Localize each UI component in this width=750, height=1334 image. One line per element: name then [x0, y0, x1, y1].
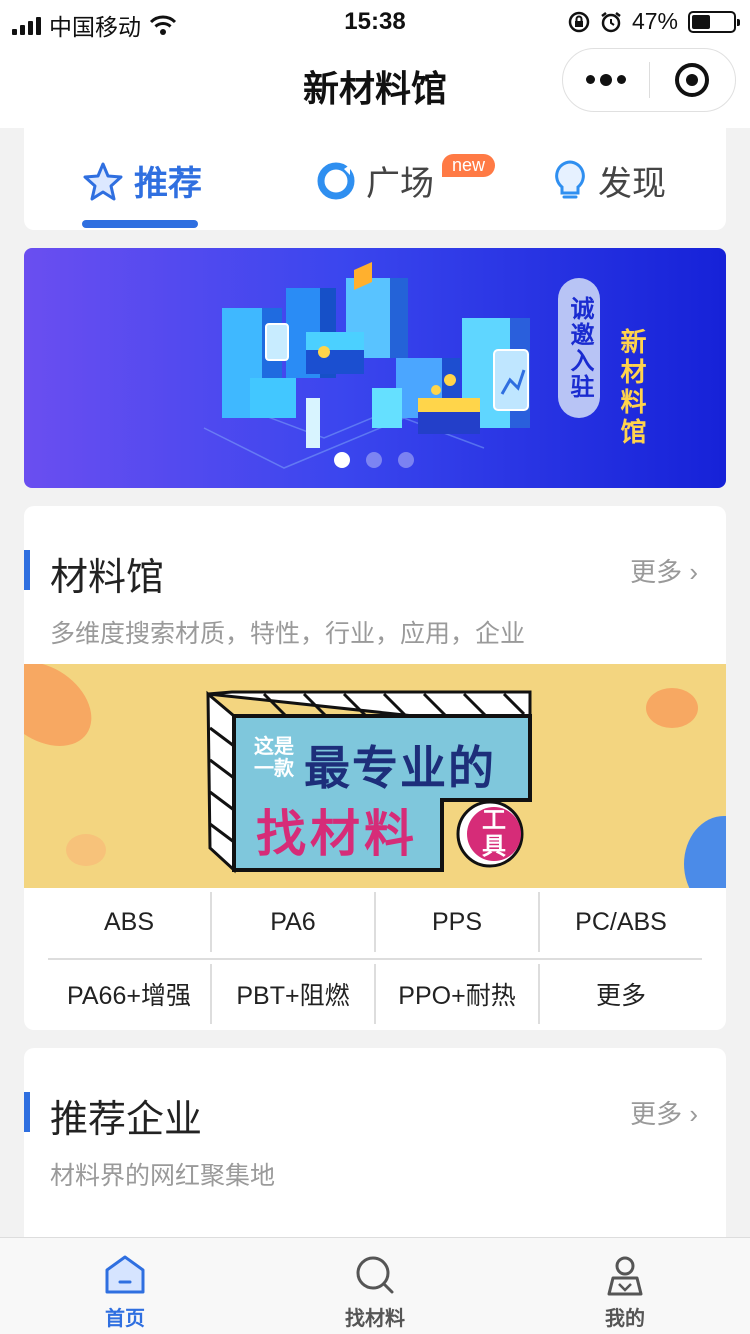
material-chip[interactable]: PC/ABS [540, 892, 702, 952]
material-more-chip[interactable]: 更多 [540, 964, 702, 1024]
search-icon [356, 1256, 394, 1294]
material-more-link[interactable]: 更多 › [630, 552, 698, 589]
company-section: 推荐企业 更多 › 材料界的网红聚集地 [24, 1048, 726, 1248]
status-right: 47% [568, 8, 740, 35]
invite-label: 诚邀入驻 [558, 278, 600, 418]
material-row-1: ABS PA6 PPS PC/ABS [48, 892, 702, 952]
circle-logo-icon [317, 162, 355, 199]
chevron-right-icon: › [689, 557, 698, 587]
tab-label: 广场 [366, 165, 434, 203]
lightbulb-icon [555, 159, 585, 198]
battery-icon [688, 10, 740, 33]
section-accent-bar [24, 550, 30, 590]
tabbar-label: 我的 [605, 1308, 645, 1330]
tab-discover[interactable]: 发现 [552, 156, 666, 205]
status-bar: 中国移动 15:38 47% [0, 0, 750, 42]
active-tab-indicator [82, 220, 198, 228]
tab-recommend[interactable]: 推荐 [82, 156, 202, 205]
alarm-icon [601, 11, 621, 32]
material-chip[interactable]: PBT+阻燃 [212, 964, 376, 1024]
material-section: 材料馆 更多 › 多维度搜索材质，特性，行业，应用，企业 这是一款 最专业的 找… [24, 506, 726, 1030]
section-accent-bar [24, 1092, 30, 1132]
material-chip[interactable]: PPS [376, 892, 540, 952]
chevron-right-icon: › [689, 1099, 698, 1129]
battery-percent: 47% [631, 8, 678, 34]
tabbar-home[interactable]: 首页 [0, 1238, 250, 1334]
more-label: 更多 [630, 557, 683, 587]
home-icon [105, 1255, 145, 1294]
carousel-dot[interactable] [398, 452, 414, 468]
tabbar-label: 找材料 [345, 1308, 405, 1330]
hero-banner[interactable]: 诚邀入驻 新材料馆 [24, 248, 726, 488]
tab-label: 推荐 [134, 165, 202, 203]
material-row-2: PA66+增强 PBT+阻燃 PPO+耐热 更多 [48, 964, 702, 1024]
tab-square[interactable]: 广场 [316, 156, 434, 205]
material-promo-banner[interactable]: 这是一款 最专业的 找材料 工具 [24, 664, 726, 888]
star-icon [83, 162, 123, 200]
promo-sub: 找材料 [256, 806, 418, 862]
mini-program-capsule [562, 48, 736, 112]
material-chip[interactable]: PA6 [212, 892, 376, 952]
rotation-lock-icon [568, 11, 590, 32]
material-chip[interactable]: ABS [48, 892, 212, 952]
section-subtitle: 材料界的网红聚集地 [50, 1162, 276, 1190]
section-subtitle: 多维度搜索材质，特性，行业，应用，企业 [50, 620, 526, 648]
more-label: 更多 [630, 1099, 683, 1129]
carousel-dot[interactable] [366, 452, 382, 468]
grid-divider [48, 958, 702, 960]
close-ring-icon [675, 63, 710, 97]
company-more-link[interactable]: 更多 › [630, 1094, 698, 1131]
new-badge: new [442, 154, 496, 177]
close-program-button[interactable] [650, 63, 736, 97]
promo-headline: 最专业的 [304, 742, 496, 794]
tabbar-profile[interactable]: 我的 [500, 1238, 750, 1334]
section-title: 推荐企业 [50, 1099, 203, 1141]
profile-icon [607, 1256, 643, 1296]
tabbar-find-material[interactable]: 找材料 [250, 1238, 500, 1334]
carousel-dot-active[interactable] [334, 452, 350, 468]
carousel-dots [334, 452, 414, 468]
promo-tag: 工具 [482, 807, 506, 860]
material-chip[interactable]: PA66+增强 [48, 964, 212, 1024]
bottom-tab-bar: 首页 找材料 我的 [0, 1237, 750, 1334]
tabbar-label: 首页 [105, 1308, 145, 1330]
top-tabs: 推荐 广场 new 发现 [24, 128, 726, 230]
banner-brand: 新材料馆 [617, 328, 647, 448]
material-chip[interactable]: PPO+耐热 [376, 964, 540, 1024]
section-title: 材料馆 [50, 557, 165, 599]
more-menu-button[interactable] [563, 73, 649, 86]
nav-bar: 新材料馆 [0, 42, 750, 128]
promo-small-text: 这是一款 [254, 736, 294, 780]
tab-label: 发现 [598, 165, 666, 203]
